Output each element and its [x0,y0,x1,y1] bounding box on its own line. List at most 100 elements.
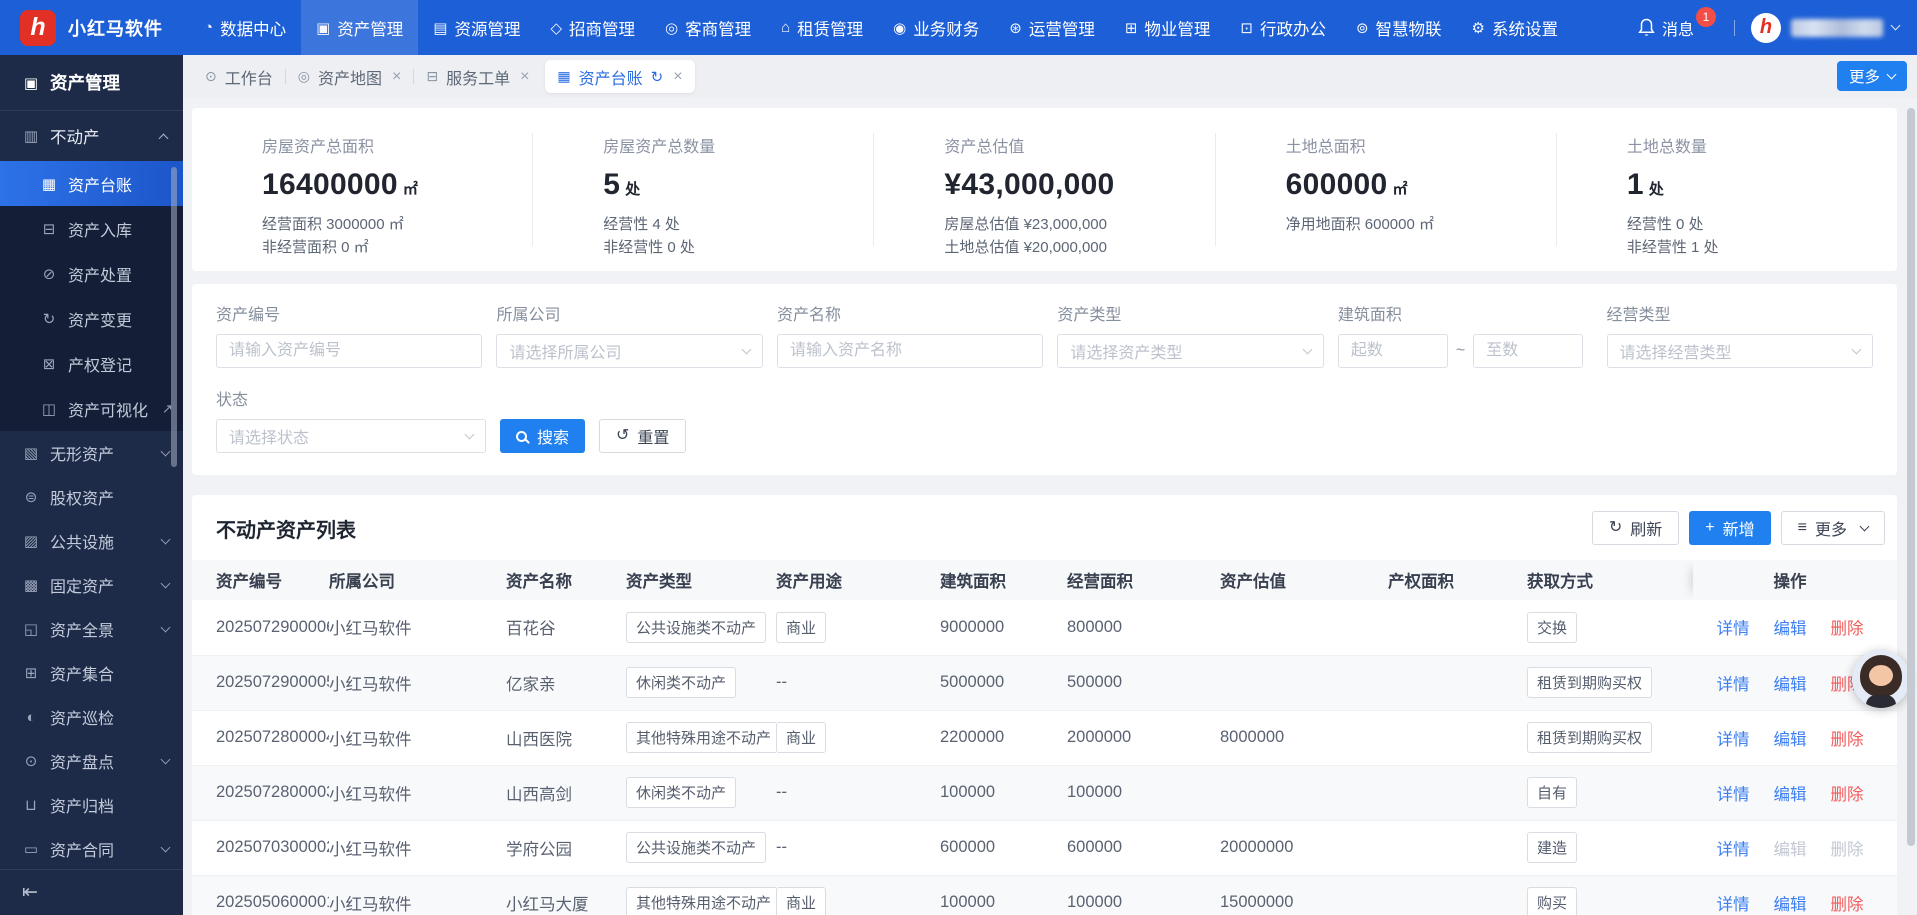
sidebar-collapse-button[interactable]: ⇤ [0,869,183,915]
cell-code: 2025072900005 [192,655,329,710]
sidebar-group-real-estate[interactable]: ▥ 不动产 [0,111,183,161]
nav-investment-mgmt[interactable]: ◇招商管理 [535,0,650,55]
company-select[interactable]: 请选择所属公司 [496,334,762,368]
detail-link[interactable]: 详情 [1717,891,1750,915]
sidebar-item-asset-ledger[interactable]: ▦资产台账 [0,161,183,206]
close-icon[interactable]: × [392,69,401,85]
search-button[interactable]: 搜索 [500,419,585,453]
delete-link[interactable]: 删除 [1831,891,1864,915]
asset-name-input[interactable] [777,334,1043,368]
ledger-icon: ▦ [40,175,58,193]
messages-button[interactable]: 消息 1 [1638,16,1718,40]
edit-link[interactable]: 编辑 [1774,615,1807,639]
tab-service-orders[interactable]: ⊟服务工单× [416,65,539,89]
assistant-avatar[interactable] [1852,650,1910,708]
add-button[interactable]: +新增 [1689,511,1770,545]
sidebar-item-asset-inspection[interactable]: ◐资产巡检 [0,695,183,739]
stat-subline: 非经营性 0 处 [603,236,873,259]
sidebar-item-asset-collection[interactable]: ⊞资产集合 [0,651,183,695]
tab-asset-map[interactable]: ◎资产地图× [288,65,412,89]
range-tilde: ~ [1456,342,1465,360]
nav-asset-mgmt[interactable]: ▣资产管理 [301,0,418,55]
sidebar-item-intangible-assets[interactable]: ▧无形资产 [0,431,183,475]
sidebar-item-equity-assets[interactable]: ⊜股权资产 [0,475,183,519]
sidebar-item-asset-archive[interactable]: ⊔资产归档 [0,783,183,827]
area-min-input[interactable] [1338,334,1448,368]
stat-house-total-count: 房屋资产总数量 5处 经营性 4 处 非经营性 0 处 [532,133,873,246]
reset-label: 重置 [637,424,669,448]
edit-link[interactable]: 编辑 [1774,891,1807,915]
tab-asset-ledger[interactable]: ▦资产台账↻× [545,60,694,93]
chevron-down-icon [741,344,751,354]
cell-name: 小红马大厦 [506,875,626,915]
detail-link[interactable]: 详情 [1717,615,1750,639]
close-icon[interactable]: × [673,69,682,85]
delete-link[interactable]: 删除 [1831,615,1864,639]
tabs-more-button[interactable]: 更多 [1837,61,1907,91]
nav-business-finance[interactable]: ◉业务财务 [878,0,994,55]
username-redacted[interactable] [1791,19,1883,37]
nav-system-settings[interactable]: ⚙系统设置 [1457,0,1573,55]
delete-link[interactable]: 删除 [1831,781,1864,805]
asset-code-input[interactable] [216,334,482,368]
cell-valuation [1220,600,1388,655]
edit-link[interactable]: 编辑 [1774,726,1807,750]
item-label: 资产变更 [68,307,132,331]
cell-valuation [1220,655,1388,710]
refresh-icon[interactable]: ↻ [651,68,664,86]
operate-type-select[interactable]: 请选择经营类型 [1607,334,1873,368]
cell-name: 学府公园 [506,820,626,875]
sidebar-item-asset-contract[interactable]: ▭资产合同 [0,827,183,871]
nav-operation-mgmt[interactable]: ⊛运营管理 [994,0,1110,55]
nav-merchant-mgmt[interactable]: ◎客商管理 [650,0,766,55]
sidebar-item-asset-change[interactable]: ↻资产变更 [0,296,183,341]
vertical-scrollbar-thumb[interactable] [1907,108,1915,846]
nav-data-center[interactable]: ◔数据中心 [189,0,301,55]
chevron-down-icon [1860,521,1870,531]
nav-lease-mgmt[interactable]: ⌂租赁管理 [766,0,878,55]
table-more-button[interactable]: ≡更多 [1781,511,1885,545]
sidebar-item-asset-panorama[interactable]: ◱资产全景 [0,607,183,651]
area-max-input[interactable] [1473,334,1583,368]
sidebar-item-asset-stocktake[interactable]: ⊙资产盘点 [0,739,183,783]
close-icon[interactable]: × [520,69,529,85]
nav-admin-office[interactable]: ⊡行政办公 [1225,0,1341,55]
nav-resource-mgmt[interactable]: ▤资源管理 [418,0,535,55]
reset-button[interactable]: ↺重置 [599,419,686,453]
table-header-row: 资产编号 所属公司 资产名称 资产类型 资产用途 建筑面积 经营面积 资产估值 … [192,560,1897,600]
nav-smart-iot[interactable]: ⊚智慧物联 [1341,0,1457,55]
edit-link-disabled: 编辑 [1774,836,1807,860]
stat-label: 资产总估值 [944,133,1214,157]
edit-link[interactable]: 编辑 [1774,671,1807,695]
nav-label: 客商管理 [685,16,751,40]
asset-type-select[interactable]: 请选择资产类型 [1057,334,1323,368]
tab-workbench[interactable]: ⊙工作台 [195,65,283,89]
cell-acquire: 自有 [1527,765,1693,820]
sidebar-item-asset-disposal[interactable]: ⊘资产处置 [0,251,183,296]
detail-link[interactable]: 详情 [1717,671,1750,695]
user-avatar[interactable]: h [1751,13,1781,43]
delete-link[interactable]: 删除 [1831,726,1864,750]
field-label: 所属公司 [496,301,762,325]
sidebar-scrollbar[interactable] [171,167,177,467]
sidebar-item-public-facilities[interactable]: ▨公共设施 [0,519,183,563]
refresh-button[interactable]: ↻刷新 [1592,511,1679,545]
chevron-down-icon [161,446,171,456]
sidebar-item-asset-visualization[interactable]: ◫资产可视化↗ [0,386,183,431]
stat-value: 16400000㎡ [262,168,532,202]
detail-link[interactable]: 详情 [1717,836,1750,860]
status-select[interactable]: 请选择状态 [216,419,486,453]
nav-label: 智慧物联 [1376,16,1442,40]
item-label: 无形资产 [50,441,114,465]
chevron-down-icon [161,842,171,852]
detail-link[interactable]: 详情 [1717,781,1750,805]
detail-link[interactable]: 详情 [1717,726,1750,750]
sidebar-item-fixed-assets[interactable]: ▩固定资产 [0,563,183,607]
nav-property-mgmt[interactable]: ⊞物业管理 [1110,0,1226,55]
messages-label: 消息 [1662,16,1694,40]
field-label: 资产类型 [1057,301,1323,325]
item-label: 固定资产 [50,573,114,597]
sidebar-item-title-registration[interactable]: ⊠产权登记 [0,341,183,386]
sidebar-item-asset-inbound[interactable]: ⊟资产入库 [0,206,183,251]
edit-link[interactable]: 编辑 [1774,781,1807,805]
